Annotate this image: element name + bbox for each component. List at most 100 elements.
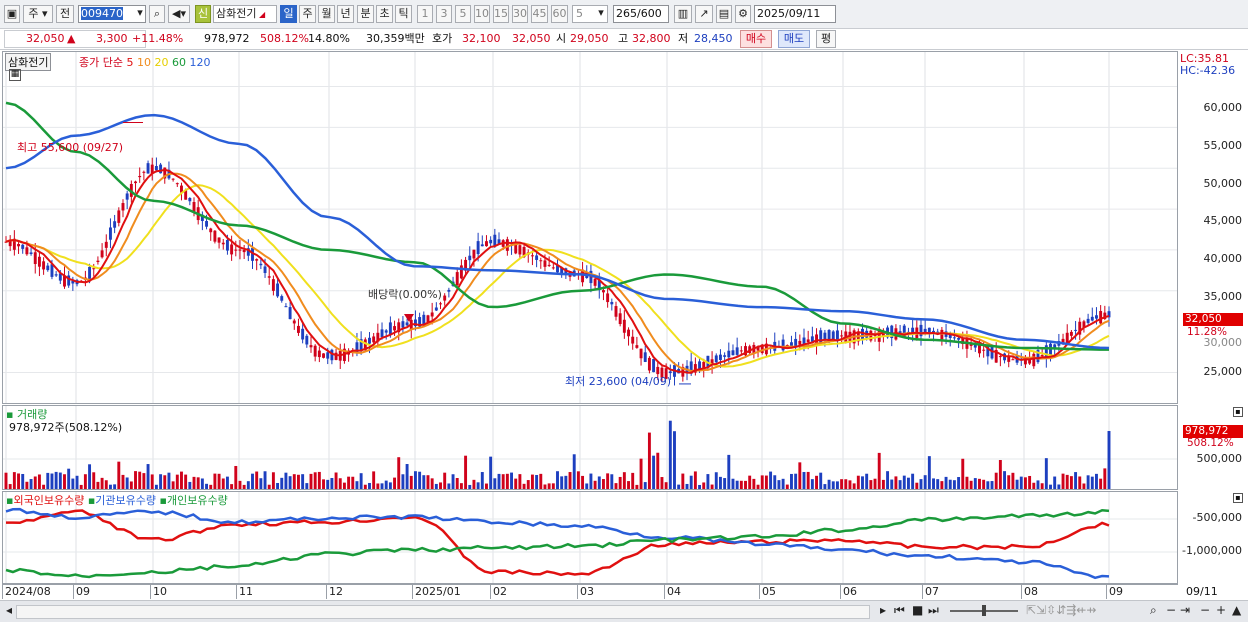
zoom-search-icon[interactable]: ⌕ — [1150, 603, 1157, 618]
interval-15[interactable]: 15 — [493, 5, 509, 23]
volume-bar-41 — [175, 474, 179, 489]
volume-bar-70 — [297, 474, 300, 489]
price-candle-31 — [134, 181, 137, 184]
count-input[interactable]: 265/600 — [613, 5, 669, 23]
interval-select-value: 5 — [576, 7, 583, 20]
volume-bar-2 — [12, 472, 16, 489]
price-candle-56 — [238, 249, 242, 251]
volume-bar-95 — [401, 474, 405, 489]
candle-type-icon[interactable]: ▥ — [674, 5, 692, 23]
volume-bar-4 — [21, 473, 25, 489]
price-candle-77 — [326, 352, 330, 359]
zoom-in-right-icon[interactable]: ⇥ — [1180, 603, 1190, 617]
zoom-out-icon[interactable]: − — [1166, 603, 1176, 617]
price-tick-45000: 45,000 — [1203, 214, 1243, 227]
rewind-icon[interactable]: ⏮ — [894, 603, 905, 618]
buy-button[interactable]: 매수 — [740, 30, 772, 48]
scroll-right-icon[interactable]: ▸ — [880, 603, 886, 617]
volume-bar-91 — [384, 480, 388, 489]
volume-bar-122 — [514, 478, 518, 489]
interval-60[interactable]: 60 — [551, 5, 568, 23]
price-chart-panel[interactable]: 삼화전기 ▦ 종가 단순 5 10 20 60 120 최고 55,600 (0… — [2, 51, 1178, 404]
interval-30[interactable]: 30 — [512, 5, 528, 23]
price-candle-104 — [439, 303, 442, 305]
volume-panel[interactable]: ▪ 거래량 978,972주(508.12%) — [2, 405, 1178, 490]
market-select-label: 주 — [28, 7, 39, 20]
volume-close-icon[interactable]: ▪ — [1233, 407, 1243, 417]
volume-bar-136 — [572, 454, 576, 489]
volume-bar-192 — [806, 471, 810, 489]
ma-legend[interactable]: 종가 단순 5 10 20 60 120 — [79, 54, 210, 70]
volume-bar-108 — [455, 478, 459, 489]
period-tick[interactable]: 틱 — [395, 5, 412, 23]
holding-panel[interactable]: ▪외국인보유수량 ▪기관보유수량 ▪개인보유수량 — [2, 491, 1178, 584]
period-day[interactable]: 일 — [280, 5, 297, 23]
interval-dropdown-icon[interactable]: ▾ — [594, 5, 608, 23]
volume-bar-19 — [83, 474, 87, 489]
interval-3[interactable]: 3 — [436, 5, 452, 23]
ma120-line — [5, 113, 1110, 350]
price-candle-91 — [384, 330, 388, 333]
volume-bar-86 — [363, 484, 367, 489]
volume-bar-245 — [1028, 475, 1032, 489]
volume-bar-60 — [255, 471, 259, 489]
layout-icon[interactable]: ▤ — [716, 5, 732, 23]
volume-bar-98 — [413, 471, 417, 489]
individual-holding-line — [5, 509, 1110, 579]
volume-ratio: 508.12% — [260, 32, 309, 45]
price-candle-63 — [267, 276, 271, 278]
scroll-left-icon[interactable]: ◂ — [6, 603, 12, 617]
volume-bar-67 — [284, 472, 288, 489]
volume-bar-193 — [810, 479, 814, 489]
interval-1[interactable]: 1 — [417, 5, 433, 23]
window-icon[interactable]: ▣ — [4, 5, 20, 23]
eval-button[interactable]: 평 — [816, 30, 836, 48]
volume-bar-115 — [485, 483, 488, 489]
volume-bar-170 — [714, 472, 718, 489]
price-candle-175 — [735, 347, 739, 355]
interval-5[interactable]: 5 — [455, 5, 471, 23]
zoom-slider-handle[interactable] — [982, 605, 986, 616]
volume-bar-228 — [957, 477, 961, 489]
price-candle-52 — [221, 242, 225, 245]
plus-icon[interactable]: + — [1216, 603, 1226, 617]
period-year[interactable]: 년 — [337, 5, 354, 23]
stop-icon[interactable]: ■ — [912, 603, 923, 617]
price-candle-66 — [280, 296, 284, 301]
price-candle-40 — [171, 178, 175, 180]
period-second[interactable]: 초 — [376, 5, 393, 23]
period-week[interactable]: 주 — [299, 5, 316, 23]
minus-icon[interactable]: − — [1200, 603, 1210, 617]
settings-icon[interactable]: ⚙ — [735, 5, 751, 23]
code-dropdown-icon[interactable]: ▾ — [133, 5, 147, 23]
volume-bar-253 — [1061, 473, 1065, 489]
volume-bar-218 — [915, 482, 919, 489]
speaker-icon[interactable]: ◀▾ — [168, 5, 190, 23]
volume-bar-244 — [1023, 477, 1027, 489]
forward-icon[interactable]: ⏭ — [928, 603, 939, 618]
count-value: 265 — [616, 7, 637, 20]
interval-10[interactable]: 10 — [474, 5, 490, 23]
period-month[interactable]: 월 — [318, 5, 335, 23]
x-label-09: 09 — [73, 585, 90, 599]
period-minute[interactable]: 분 — [357, 5, 374, 23]
price-candle-67 — [284, 306, 288, 308]
draw-tool-icon[interactable]: ↗ — [695, 5, 713, 23]
ma-legend-prefix: 종가 단순 — [79, 56, 123, 69]
table-icon[interactable]: ▦ — [9, 69, 21, 81]
expand-icon[interactable]: ▲ — [1232, 603, 1241, 617]
price-candle-224 — [940, 329, 944, 340]
holding-legend: ▪외국인보유수량 ▪기관보유수량 ▪개인보유수량 — [6, 494, 228, 507]
holding-close-icon[interactable]: ▪ — [1233, 493, 1243, 503]
volume-bar-90 — [380, 483, 384, 489]
toolbar-icons[interactable]: ⇱⇲⇳⇵⇶⇷⇸ — [1026, 603, 1096, 617]
market-select[interactable]: 주 ▾ — [23, 5, 53, 23]
interval-45[interactable]: 45 — [531, 5, 548, 23]
prev-button[interactable]: 전 — [56, 5, 74, 23]
search-icon[interactable]: ⌕ — [149, 5, 165, 23]
price-candle-152 — [639, 348, 643, 359]
sell-button[interactable]: 매도 — [778, 30, 810, 48]
date-field[interactable]: 2025/09/11 — [754, 5, 836, 23]
horizontal-scrollbar[interactable] — [16, 605, 870, 619]
stock-name-field[interactable]: 삼화전기 ◢ — [213, 5, 277, 23]
